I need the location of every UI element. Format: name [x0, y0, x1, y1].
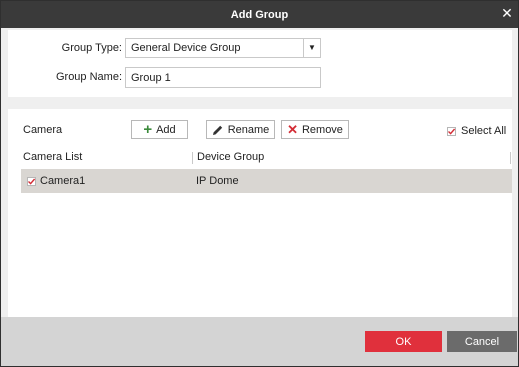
pencil-icon: [212, 124, 224, 136]
close-icon[interactable]: ✕: [500, 5, 514, 21]
group-name-input[interactable]: [125, 67, 321, 88]
table-header: Camera List Device Group: [8, 147, 512, 169]
select-all-label: Select All: [461, 125, 507, 137]
column-header-device-group[interactable]: Device Group: [197, 151, 264, 163]
camera-section-label: Camera: [23, 124, 63, 136]
checkbox-checked-icon[interactable]: [447, 126, 456, 136]
add-button[interactable]: + Add: [131, 120, 188, 139]
dialog-title: Add Group: [230, 9, 289, 21]
rename-button[interactable]: Rename: [206, 120, 275, 139]
x-icon: ✕: [287, 121, 298, 137]
dialog-footer: OK Cancel: [1, 317, 518, 366]
remove-button[interactable]: ✕ Remove: [281, 120, 349, 139]
camera-panel: Camera + Add Rename ✕ Remove Select All …: [8, 109, 512, 317]
remove-button-label: Remove: [301, 123, 343, 136]
group-form: Group Type: General Device Group ▼ Group…: [8, 30, 512, 97]
select-all-checkbox[interactable]: Select All: [447, 125, 506, 137]
group-type-label: Group Type:: [61, 42, 122, 54]
plus-icon: +: [143, 120, 153, 138]
checkbox-checked-icon[interactable]: [27, 177, 36, 186]
row-camera-name: Camera1: [40, 175, 86, 187]
rename-button-label: Rename: [227, 123, 270, 136]
chevron-down-icon[interactable]: ▼: [303, 39, 320, 57]
add-group-dialog: Add Group ✕ Group Type: General Device G…: [0, 0, 519, 367]
row-device-group: IP Dome: [196, 175, 239, 187]
ok-button[interactable]: OK: [365, 331, 442, 352]
group-type-select[interactable]: General Device Group ▼: [125, 38, 321, 58]
table-row[interactable]: Camera1 IP Dome: [21, 169, 512, 193]
column-divider: [510, 152, 511, 164]
group-type-value: General Device Group: [131, 42, 241, 54]
column-divider: [192, 152, 193, 164]
cancel-button[interactable]: Cancel: [447, 331, 517, 352]
add-button-label: Add: [156, 123, 176, 136]
group-name-label: Group Name:: [55, 71, 122, 83]
title-bar: Add Group ✕: [1, 1, 518, 28]
column-header-camera-list[interactable]: Camera List: [23, 151, 82, 163]
camera-list-area: [21, 193, 512, 317]
